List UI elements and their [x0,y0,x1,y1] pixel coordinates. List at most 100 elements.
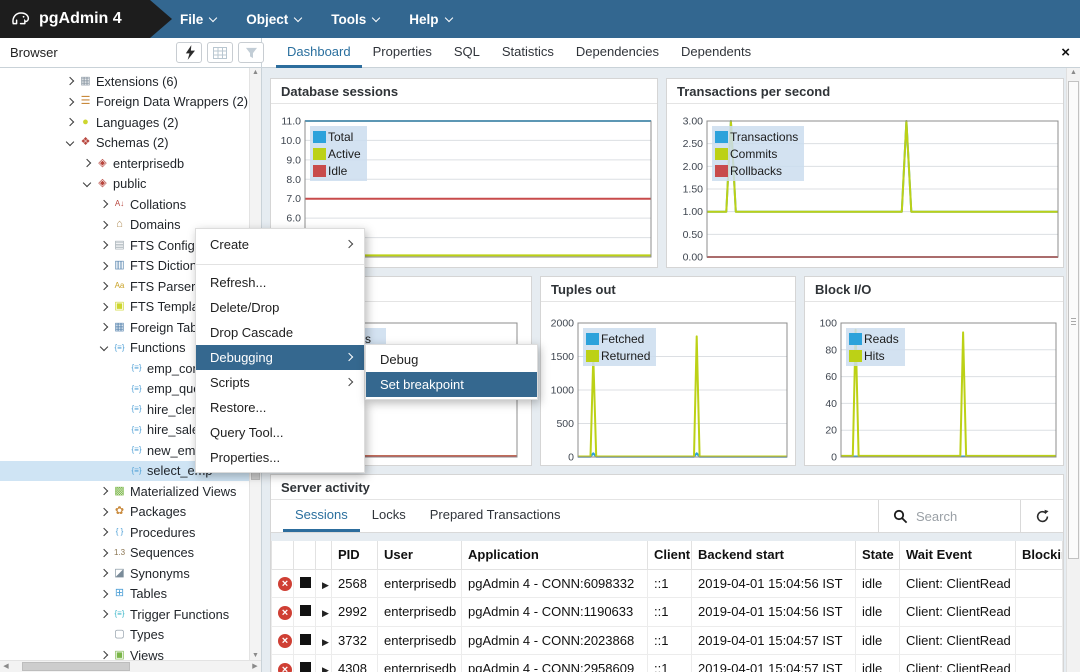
tab-sql[interactable]: SQL [443,38,491,68]
menu-tools[interactable]: Tools [331,12,379,27]
cancel-session-icon[interactable]: × [278,606,292,620]
context-menu-item-query-tool-[interactable]: Query Tool... [196,420,364,445]
table-cell: 2992 [332,598,378,627]
tree-item-synonyms[interactable]: ◪Synonyms [0,563,261,584]
chevron-collapsed-icon[interactable] [62,119,77,125]
table-row[interactable]: ×▶2992enterprisedbpgAdmin 4 - CONN:11906… [272,598,1063,627]
table-row[interactable]: ×▶4308enterprisedbpgAdmin 4 - CONN:29586… [272,655,1063,672]
context-menu-item-restore-[interactable]: Restore... [196,395,364,420]
tree-item-schemas-2-[interactable]: ❖Schemas (2) [0,133,261,154]
chevron-collapsed-icon[interactable] [96,509,111,515]
table-cell: idle [856,569,900,598]
tree-item-languages-2-[interactable]: ●Languages (2) [0,112,261,133]
tree-item-sequences[interactable]: 1.3Sequences [0,543,261,564]
dashboard-scrollbar[interactable]: ▲ [1066,68,1080,672]
scroll-up-icon[interactable]: ▲ [1067,69,1080,76]
chevron-expanded-icon[interactable] [62,141,77,145]
view-data-button[interactable] [207,42,233,63]
chevron-collapsed-icon[interactable] [96,570,111,576]
chevron-collapsed-icon[interactable] [62,99,77,105]
activity-tab-prepared-transactions[interactable]: Prepared Transactions [418,500,573,532]
tree-hscroll-thumb[interactable] [22,662,130,671]
scroll-down-icon[interactable]: ▼ [250,652,261,659]
dashboard-scroll-thumb[interactable] [1068,81,1079,559]
submenu-item-debug[interactable]: Debug [366,347,537,372]
context-menu-item-refresh-[interactable]: Refresh... [196,270,364,295]
tab-dashboard[interactable]: Dashboard [276,38,362,68]
tree-horizontal-scrollbar[interactable]: ◀ ▶ [0,660,261,672]
tree-item-types[interactable]: ▢Types [0,625,261,646]
cancel-session-icon[interactable]: × [278,634,292,648]
context-menu-item-drop-cascade[interactable]: Drop Cascade [196,320,364,345]
chevron-collapsed-icon[interactable] [96,283,111,289]
tree-item-tables[interactable]: ⊞Tables [0,584,261,605]
scroll-up-icon[interactable]: ▲ [250,69,261,76]
chevron-collapsed-icon[interactable] [96,304,111,310]
context-menu-item-create[interactable]: Create [196,231,364,259]
table-row[interactable]: ×▶2568enterprisedbpgAdmin 4 - CONN:60983… [272,569,1063,598]
menu-file[interactable]: File [180,12,216,27]
tab-properties[interactable]: Properties [362,38,443,68]
tab-statistics[interactable]: Statistics [491,38,565,68]
cancel-session-icon[interactable]: × [278,663,292,672]
tree-item-procedures[interactable]: { }Procedures [0,522,261,543]
chevron-expanded-icon[interactable] [96,346,111,350]
scroll-left-icon[interactable]: ◀ [0,661,12,672]
chevron-collapsed-icon[interactable] [79,160,94,166]
query-tool-button[interactable] [176,42,202,63]
expand-row-icon[interactable]: ▶ [322,580,329,590]
chevron-collapsed-icon[interactable] [96,652,111,658]
scroll-right-icon[interactable]: ▶ [249,661,261,672]
context-menu: Create Refresh...Delete/DropDrop CascadeD… [195,228,365,473]
expand-row-icon[interactable]: ▶ [322,637,329,647]
submenu-item-set-breakpoint[interactable]: Set breakpoint [366,372,537,397]
chevron-collapsed-icon[interactable] [96,242,111,248]
filter-button[interactable] [238,42,264,63]
chevron-collapsed-icon[interactable] [96,550,111,556]
menu-object[interactable]: Object [246,12,301,27]
cancel-session-icon[interactable]: × [278,577,292,591]
tree-item-label: Tables [130,586,167,601]
activity-tab-locks[interactable]: Locks [360,500,418,532]
chevron-expanded-icon[interactable] [79,182,94,186]
context-menu-item-scripts[interactable]: Scripts [196,370,364,395]
terminate-session-icon[interactable] [300,662,311,672]
tab-dependencies[interactable]: Dependencies [565,38,670,68]
fts-parsers-icon: Aa [111,282,128,290]
chevron-collapsed-icon[interactable] [96,222,111,228]
tab-dependents[interactable]: Dependents [670,38,762,68]
tree-item-trigger-functions[interactable]: {≡}Trigger Functions [0,604,261,625]
menu-help[interactable]: Help [409,12,451,27]
chevron-collapsed-icon[interactable] [96,324,111,330]
tree-item-public[interactable]: ◈public [0,174,261,195]
svg-text:100: 100 [819,318,837,330]
context-menu-item-debugging[interactable]: Debugging [196,345,364,370]
chevron-collapsed-icon[interactable] [96,611,111,617]
chevron-collapsed-icon[interactable] [96,201,111,207]
terminate-session-icon[interactable] [300,634,311,645]
search-input[interactable] [916,509,1020,524]
table-row[interactable]: ×▶3732enterprisedbpgAdmin 4 - CONN:20238… [272,626,1063,655]
terminate-session-icon[interactable] [300,605,311,616]
context-menu-item-properties-[interactable]: Properties... [196,445,364,470]
activity-tab-sessions[interactable]: Sessions [283,500,360,532]
close-panel-icon[interactable]: × [1061,38,1070,67]
expand-row-icon[interactable]: ▶ [322,665,329,672]
context-menu-item-delete-drop[interactable]: Delete/Drop [196,295,364,320]
svg-text:80: 80 [825,344,837,356]
chevron-collapsed-icon[interactable] [96,263,111,269]
expand-row-icon[interactable]: ▶ [322,608,329,618]
tree-item-foreign-data-wrappers-2-[interactable]: ☰Foreign Data Wrappers (2) [0,92,261,113]
tree-item-packages[interactable]: ✿Packages [0,502,261,523]
tree-item-collations[interactable]: A↓Collations [0,194,261,215]
tree-item-materialized-views[interactable]: ▩Materialized Views [0,481,261,502]
chevron-collapsed-icon[interactable] [96,591,111,597]
server-activity-tabbar: SessionsLocksPrepared Transactions [271,500,1063,533]
tree-item-extensions-6-[interactable]: ▦Extensions (6) [0,71,261,92]
tree-item-enterprisedb[interactable]: ◈enterprisedb [0,153,261,174]
chevron-collapsed-icon[interactable] [62,78,77,84]
chevron-collapsed-icon[interactable] [96,488,111,494]
terminate-session-icon[interactable] [300,577,311,588]
refresh-icon[interactable] [1021,509,1063,524]
chevron-collapsed-icon[interactable] [96,529,111,535]
